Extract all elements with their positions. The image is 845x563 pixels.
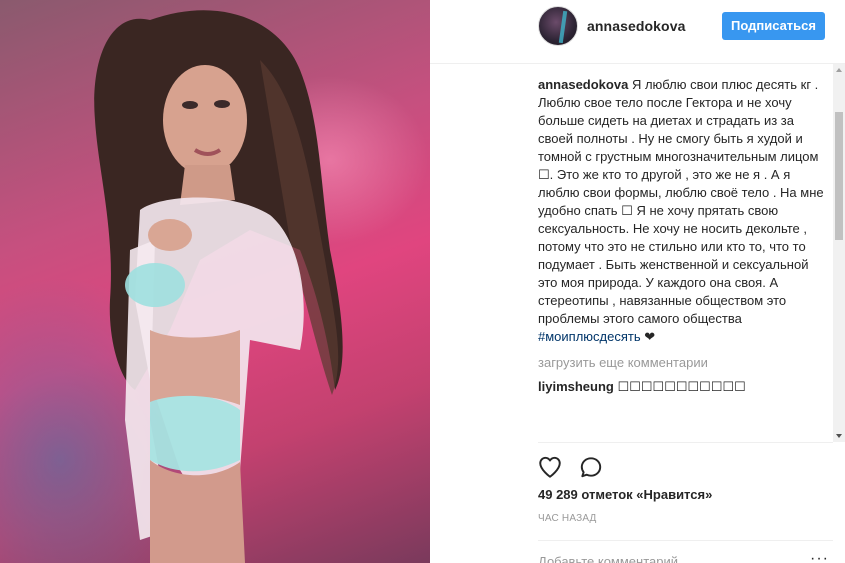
scroll-down-icon[interactable]: [836, 434, 842, 438]
post-timestamp[interactable]: час назад: [538, 513, 597, 524]
speech-bubble-icon[interactable]: [578, 454, 604, 480]
more-options-icon[interactable]: ···: [810, 551, 829, 563]
likes-count[interactable]: 49 289 отметок «Нравится»: [538, 487, 712, 502]
comments-scrollbar[interactable]: [833, 64, 845, 442]
avatar[interactable]: [538, 6, 578, 46]
post-photo[interactable]: [0, 0, 430, 563]
follow-button[interactable]: Подписаться: [722, 12, 825, 40]
post-header: annasedokova Подписаться: [430, 0, 845, 64]
caption-username[interactable]: annasedokova: [538, 77, 628, 92]
caption-end: ❤: [640, 329, 656, 344]
actions-divider: [538, 442, 833, 443]
comment-text: ☐☐☐☐☐☐☐☐☐☐☐: [613, 379, 746, 394]
add-comment-section: ···: [538, 540, 833, 563]
comment-item: liyimsheung ☐☐☐☐☐☐☐☐☐☐☐: [538, 378, 830, 396]
heart-outline-icon[interactable]: [537, 454, 563, 480]
caption-text: Я люблю свои плюс десять кг . Люблю свое…: [538, 77, 824, 326]
comments-list[interactable]: annasedokova Я люблю свои плюс десять кг…: [538, 76, 830, 440]
scroll-thumb[interactable]: [835, 112, 843, 240]
scroll-up-icon[interactable]: [836, 68, 842, 72]
hashtag-link[interactable]: #моиплюсдесять: [538, 329, 641, 344]
username-link[interactable]: annasedokova: [587, 18, 685, 34]
comment-username[interactable]: liyimsheung: [538, 379, 614, 394]
add-comment-input[interactable]: [538, 552, 798, 563]
load-more-comments[interactable]: загрузить еще комментарии: [538, 354, 830, 372]
caption: annasedokova Я люблю свои плюс десять кг…: [538, 76, 830, 346]
photo-illustration: [94, 10, 343, 563]
